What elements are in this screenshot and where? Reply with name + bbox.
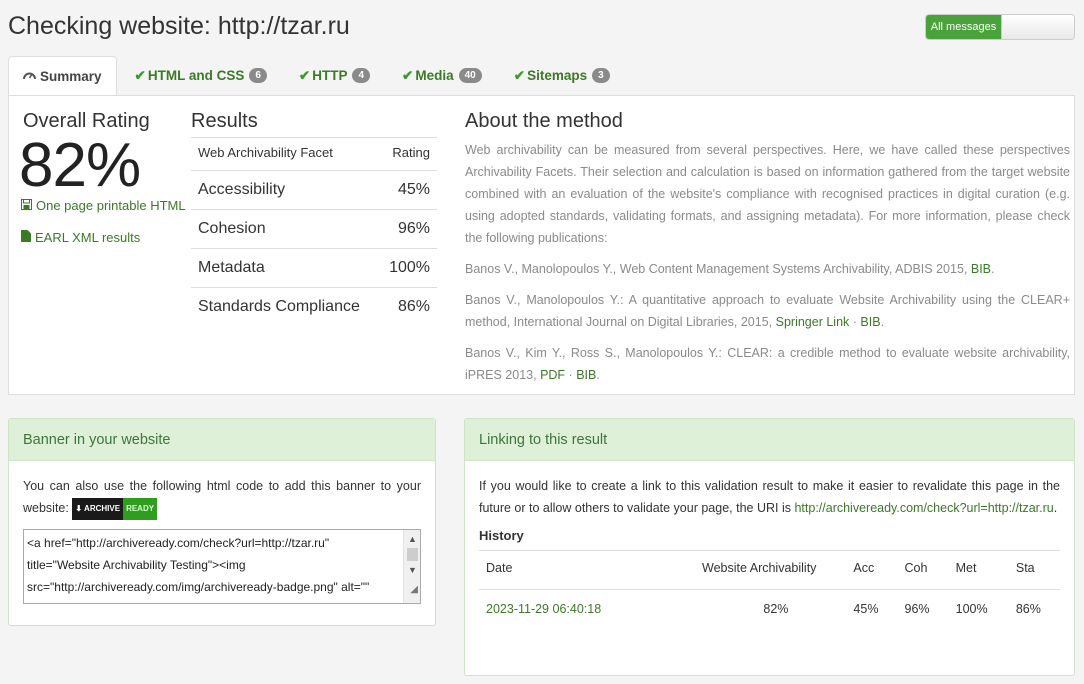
tab-html-css[interactable]: ✔ HTML and CSS 6 bbox=[121, 56, 281, 95]
printable-html-link[interactable]: One page printable HTML bbox=[21, 198, 186, 213]
linking-panel: Linking to this result If you would like… bbox=[464, 418, 1075, 676]
about-method-intro: Web archivability can be measured from s… bbox=[465, 143, 1070, 245]
publication-3-bib-link[interactable]: BIB bbox=[576, 368, 596, 382]
page-title: Checking website: http://tzar.ru bbox=[8, 12, 350, 40]
tab-summary-label: Summary bbox=[40, 68, 102, 84]
history-date-link[interactable]: 2023-11-29 06:40:18 bbox=[486, 602, 601, 616]
results-header-facet: Web Archivability Facet bbox=[191, 137, 379, 171]
check-icon: ✔ bbox=[298, 67, 311, 83]
tab-media[interactable]: ✔ Media 40 bbox=[388, 56, 496, 95]
tab-bar: Summary ✔ HTML and CSS 6 ✔ HTTP 4 ✔ Medi… bbox=[8, 56, 628, 96]
file-icon bbox=[21, 230, 31, 245]
earl-xml-link[interactable]: EARL XML results bbox=[21, 230, 140, 245]
history-met: 100% bbox=[955, 602, 988, 616]
facet-rating: 86% bbox=[378, 287, 437, 327]
facet-rating: 100% bbox=[378, 248, 437, 288]
publication-3: Banos V., Kim Y., Ross S., Manolopoulos … bbox=[465, 346, 1070, 382]
history-title: History bbox=[479, 528, 524, 543]
tab-media-label: Media bbox=[415, 68, 454, 83]
publication-1-text: Banos V., Manolopoulos Y., Web Content M… bbox=[465, 262, 968, 276]
scroll-thumb[interactable] bbox=[407, 548, 418, 561]
separator: · bbox=[852, 315, 857, 329]
scroll-down-arrow-icon[interactable]: ▼ bbox=[404, 563, 420, 577]
history-header-coh: Coh bbox=[897, 550, 949, 590]
publication-2-text: Banos V., Manolopoulos Y.: A quantitativ… bbox=[465, 293, 1070, 329]
tab-sitemaps-label: Sitemaps bbox=[527, 68, 588, 83]
results-table: Web Archivability Facet Rating Accessibi… bbox=[191, 137, 437, 327]
facet-rating: 96% bbox=[378, 209, 437, 249]
tab-media-count: 40 bbox=[458, 68, 482, 83]
history-header-acc: Acc bbox=[846, 550, 898, 590]
publication-1-bib-link[interactable]: BIB bbox=[971, 262, 991, 276]
tab-http[interactable]: ✔ HTTP 4 bbox=[285, 56, 384, 95]
history-archivability: 82% bbox=[763, 602, 789, 616]
history-table: Date Website Archivability Acc Coh Met S… bbox=[479, 550, 1060, 628]
about-method-section: About the method Web archivability can b… bbox=[465, 110, 1070, 395]
check-icon: ✔ bbox=[402, 67, 414, 83]
history-acc: 45% bbox=[853, 602, 879, 616]
toggle-off-handle[interactable] bbox=[1001, 15, 1074, 39]
tab-summary[interactable]: Summary bbox=[8, 56, 117, 96]
results-header-rating: Rating bbox=[378, 137, 437, 171]
printable-html-label: One page printable HTML bbox=[36, 198, 186, 213]
code-line: src="http://archiveready.com/img/archive… bbox=[27, 580, 370, 594]
tab-html-css-count: 6 bbox=[249, 68, 267, 83]
scroll-up-arrow-icon[interactable]: ▲ bbox=[404, 532, 420, 546]
resize-grip-icon[interactable]: ◢ bbox=[410, 579, 418, 601]
tab-sitemaps[interactable]: ✔ Sitemaps 3 bbox=[500, 56, 624, 95]
badge-right-text: READY bbox=[123, 497, 158, 520]
toggle-on-label: All messages bbox=[926, 15, 1001, 39]
banner-panel-title: Banner in your website bbox=[9, 419, 435, 461]
badge-left-text: ARCHIVE bbox=[84, 503, 121, 513]
history-header-archivability: Website Archivability bbox=[648, 550, 847, 590]
facet-name: Standards Compliance bbox=[191, 287, 379, 327]
check-icon: ✔ bbox=[134, 67, 146, 83]
tab-sitemaps-count: 3 bbox=[592, 68, 610, 83]
facet-name: Metadata bbox=[191, 248, 379, 288]
table-row: Standards Compliance 86% bbox=[191, 287, 437, 327]
archive-ready-badge: ⬇ ARCHIVE READY bbox=[72, 497, 158, 520]
table-row: 2023-11-29 06:40:18 82% 45% 96% 100% 86% bbox=[479, 590, 1060, 629]
linking-panel-body: If you would like to create a link to th… bbox=[465, 461, 1074, 642]
publication-2: Banos V., Manolopoulos Y.: A quantitativ… bbox=[465, 293, 1070, 329]
table-row: Metadata 100% bbox=[191, 248, 437, 288]
result-uri-link[interactable]: http://archiveready.com/check?url=http:/… bbox=[794, 501, 1053, 515]
tab-http-count: 4 bbox=[352, 68, 371, 83]
tab-html-css-label: HTML and CSS bbox=[147, 68, 245, 83]
code-line: title="Website Archivability Testing"><i… bbox=[27, 558, 246, 572]
all-messages-toggle[interactable]: All messages bbox=[925, 14, 1075, 40]
save-icon bbox=[21, 198, 32, 213]
publication-2-bib-link[interactable]: BIB bbox=[860, 315, 880, 329]
history-header-sta: Sta bbox=[1008, 550, 1060, 590]
table-row: Cohesion 96% bbox=[191, 209, 437, 249]
history-header-date: Date bbox=[479, 550, 649, 590]
download-icon: ⬇ bbox=[75, 503, 83, 513]
code-line: <a href="http://archiveready.com/check?u… bbox=[27, 536, 330, 550]
banner-panel: Banner in your website You can also use … bbox=[8, 418, 436, 626]
results-title: Results bbox=[191, 110, 258, 132]
facet-name: Cohesion bbox=[191, 209, 379, 249]
linking-panel-title: Linking to this result bbox=[465, 419, 1074, 461]
history-header-met: Met bbox=[948, 550, 1009, 590]
history-sta: 86% bbox=[1015, 602, 1041, 616]
dashboard-icon bbox=[23, 69, 36, 84]
publication-3-pdf-link[interactable]: PDF bbox=[540, 368, 565, 382]
tab-http-label: HTTP bbox=[312, 68, 348, 83]
facet-name: Accessibility bbox=[191, 170, 379, 210]
about-method-title: About the method bbox=[465, 110, 623, 132]
earl-xml-label: EARL XML results bbox=[35, 230, 141, 245]
banner-panel-body: You can also use the following html code… bbox=[9, 461, 435, 618]
banner-code-textarea[interactable]: <a href="http://archiveready.com/check?u… bbox=[23, 529, 421, 604]
publication-2-springer-link[interactable]: Springer Link bbox=[776, 315, 850, 329]
summary-panel: Overall Rating 82% One page printable HT… bbox=[8, 95, 1075, 395]
table-row: Accessibility 45% bbox=[191, 170, 437, 210]
overall-rating-value: 82% bbox=[19, 131, 141, 200]
history-coh: 96% bbox=[904, 602, 930, 616]
separator: · bbox=[568, 368, 573, 382]
facet-rating: 45% bbox=[378, 170, 437, 210]
publication-1: Banos V., Manolopoulos Y., Web Content M… bbox=[465, 262, 995, 276]
check-icon: ✔ bbox=[513, 67, 526, 83]
